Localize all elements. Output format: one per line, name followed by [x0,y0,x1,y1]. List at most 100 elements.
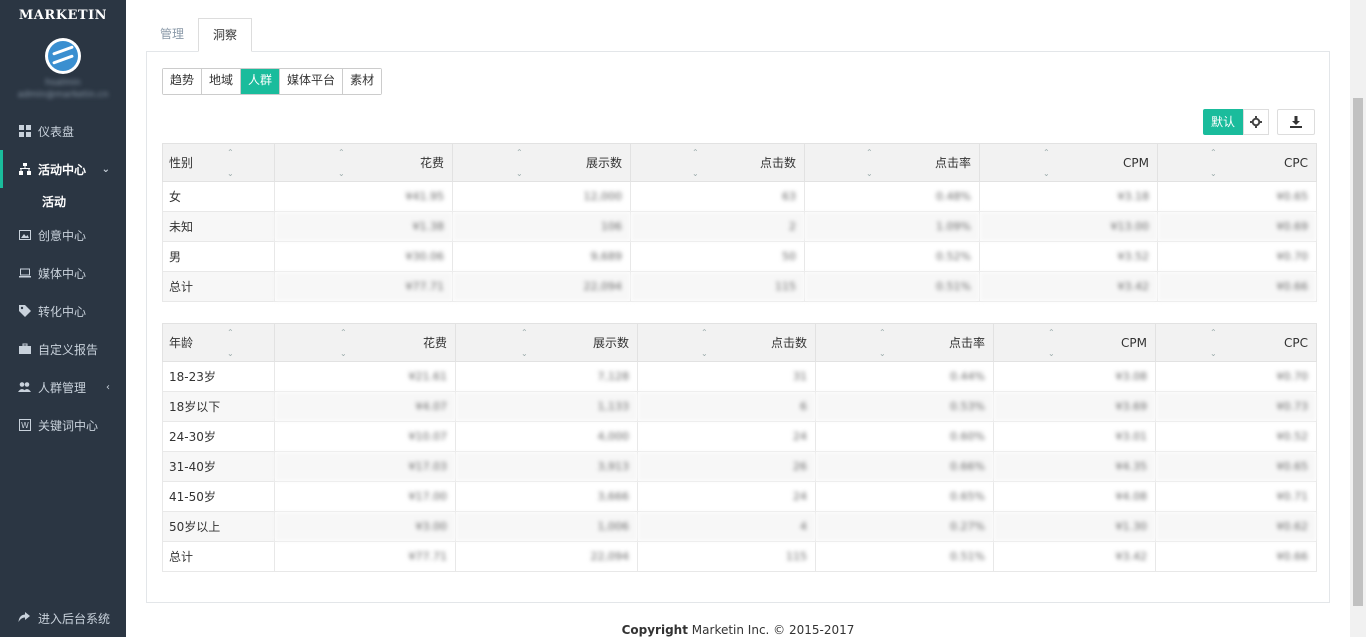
sort-down-icon[interactable]: ⌄ [1048,350,1055,358]
column-header[interactable]: 展示数 ⌃ ⌄ [455,323,638,362]
sidebar-item-label: 自定义报告 [38,342,99,357]
sort-up-icon[interactable]: ⌃ [1048,329,1055,337]
sort-down-icon[interactable]: ⌄ [879,350,886,358]
sidebar-item-dashboard[interactable]: 仪表盘 [0,112,126,150]
row-label: 男 [162,241,275,272]
tab-manage[interactable]: 管理 [146,18,198,52]
table-cell: 3,666 [455,481,638,512]
sort-up-icon[interactable]: ⌃ [1210,149,1217,157]
sort-down-icon[interactable]: ⌄ [1210,350,1217,358]
tab-insight[interactable]: 洞察 [198,18,253,52]
column-header[interactable]: 年龄 ⌃ ⌄ [162,323,275,362]
sort-down-icon[interactable]: ⌄ [521,350,528,358]
sidebar-item-conversion[interactable]: 转化中心 [0,292,126,330]
table-cell: ¥3.18 [979,181,1158,212]
subtab-audience[interactable]: 人群 [241,69,281,94]
column-header[interactable]: CPM ⌃ ⌄ [979,143,1158,182]
sort-down-icon[interactable]: ⌄ [227,350,234,358]
table-cell: ¥3.42 [993,541,1156,572]
column-header[interactable]: CPC ⌃ ⌄ [1157,143,1317,182]
user-email[interactable]: admin@marketin.cn [0,90,126,100]
sort-down-icon[interactable]: ⌄ [516,170,523,178]
scrollbar[interactable] [1350,0,1366,637]
sidebar-item-campaign[interactable]: 活动中心 ⌄ [0,150,126,188]
column-header[interactable]: 花费 ⌃ ⌄ [274,323,456,362]
sort-up-icon[interactable]: ⌃ [692,149,699,157]
sort-down-icon[interactable]: ⌄ [1210,170,1217,178]
brand-logo: MARKETIN [18,8,108,23]
column-header[interactable]: CPM ⌃ ⌄ [993,323,1156,362]
column-header-label: 点击率 [948,336,985,350]
table-cell: 4 [637,511,816,542]
sort-up-icon[interactable]: ⌃ [227,329,234,337]
avatar[interactable] [45,38,81,74]
sort-up-icon[interactable]: ⌃ [340,329,347,337]
table-row: 41-50岁 ¥17.00 3,666 24 0.65% ¥4.08 ¥0.71 [162,481,1317,512]
table-cell: 0.60% [815,421,994,452]
sidebar-item-media[interactable]: 媒体中心 [0,254,126,292]
subtab-trend[interactable]: 趋势 [163,69,203,94]
table-cell: ¥17.03 [274,451,456,482]
subtab-creative[interactable]: 素材 [343,69,382,94]
sort-up-icon[interactable]: ⌃ [701,329,708,337]
sidebar-item-creative[interactable]: 创意中心 [0,216,126,254]
sort-up-icon[interactable]: ⌃ [1210,329,1217,337]
footer: Copyright Marketin Inc. © 2015-2017 [126,616,1350,637]
sort-down-icon[interactable]: ⌄ [338,170,345,178]
column-header[interactable]: 花费 ⌃ ⌄ [274,143,453,182]
main-content: 管理 洞察 趋势 地域 人群 媒体平台 素材 默认 性别 ⌃ ⌄ 花费 ⌃ ⌄ 展示数 ⌃ ⌄ 点… [126,0,1350,637]
sidebar-item-custom-report[interactable]: 自定义报告 [0,330,126,368]
sidebar-item-keywords[interactable]: W 关键词中心 [0,406,126,444]
sort-up-icon[interactable]: ⌃ [879,329,886,337]
download-button[interactable] [1277,109,1315,135]
enter-backend-link[interactable]: 进入后台系统 [0,610,110,627]
table-cell: ¥0.66 [1155,541,1317,572]
row-label: 18岁以下 [162,391,275,422]
table-cell: ¥0.65 [1155,451,1317,482]
gear-icon[interactable] [1243,109,1269,135]
sidebar-item-audience[interactable]: 人群管理 ‹ [0,368,126,406]
column-header[interactable]: 展示数 ⌃ ⌄ [452,143,631,182]
sort-down-icon[interactable]: ⌄ [866,170,873,178]
sort-up-icon[interactable]: ⌃ [338,149,345,157]
sitemap-icon [18,162,31,176]
subtab-media-platform[interactable]: 媒体平台 [280,69,344,94]
sort-down-icon[interactable]: ⌄ [1043,170,1050,178]
subtab-region[interactable]: 地域 [202,69,242,94]
column-header[interactable]: 点击率 ⌃ ⌄ [815,323,994,362]
sub-tabs: 趋势 地域 人群 媒体平台 素材 [162,68,383,95]
column-header[interactable]: 点击数 ⌃ ⌄ [637,323,816,362]
sort-down-icon[interactable]: ⌄ [692,170,699,178]
footer-text: Marketin Inc. © 2015-2017 [691,623,855,637]
column-header[interactable]: 点击数 ⌃ ⌄ [630,143,805,182]
table-cell: ¥0.66 [1157,271,1317,302]
table-cell: 22,094 [455,541,638,572]
table-cell: 9,689 [452,241,631,272]
sort-up-icon[interactable]: ⌃ [1043,149,1050,157]
sort-up-icon[interactable]: ⌃ [227,149,234,157]
table-cell: ¥4.07 [274,391,456,422]
table-cell: 1.09% [804,211,980,242]
sort-down-icon[interactable]: ⌄ [701,350,708,358]
column-header[interactable]: 性别 ⌃ ⌄ [162,143,275,182]
table-cell: 24 [637,481,816,512]
column-header-label: CPC [1284,155,1308,170]
column-header[interactable]: CPC ⌃ ⌄ [1155,323,1317,362]
column-header[interactable]: 点击率 ⌃ ⌄ [804,143,980,182]
sort-down-icon[interactable]: ⌄ [340,350,347,358]
sort-up-icon[interactable]: ⌃ [866,149,873,157]
scroll-thumb[interactable] [1353,98,1363,606]
sort-up-icon[interactable]: ⌃ [516,149,523,157]
sort-down-icon[interactable]: ⌄ [227,170,234,178]
sort-up-icon[interactable]: ⌃ [521,329,528,337]
sidebar-subitem-campaign[interactable]: 活动 [0,188,126,216]
default-view-button[interactable]: 默认 [1202,109,1243,135]
table-cell: 2 [630,211,805,242]
table-cell: ¥0.52 [1155,421,1317,452]
table-cell: ¥0.69 [1157,211,1317,242]
column-header-label: 点击数 [770,336,807,350]
table-cell: 7,128 [455,361,638,392]
table-cell: 1,006 [455,511,638,542]
table-cell: ¥21.61 [274,361,456,392]
row-label: 50岁以上 [162,511,275,542]
